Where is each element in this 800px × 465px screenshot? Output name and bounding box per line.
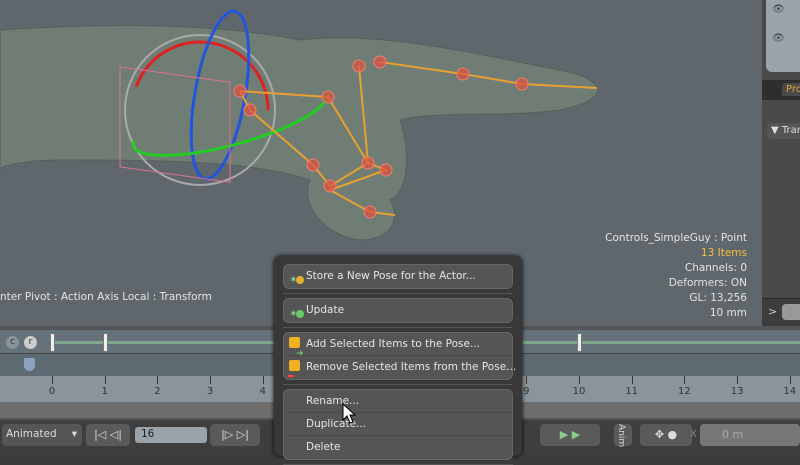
eye-icon[interactable]: 👁 [772,4,785,15]
actor-update-icon: ✶ [289,303,304,320]
actor-add-icon: ✶ [289,269,304,286]
shield-icon [24,358,35,371]
menu-item-duplicate[interactable]: Duplicate... [284,413,512,436]
command-line: > [762,298,800,326]
ruler-label: 4 [259,386,266,397]
keyframe-marker[interactable] [50,333,55,352]
add-items-icon: ➜ [289,337,304,359]
prev-key-buttons[interactable]: |◁ ◁| [86,424,130,446]
ruler-label: 11 [625,386,639,397]
menu-item-label: Store a New Pose for the Actor... [306,270,476,282]
info-gl: GL: 13,256 [689,292,747,304]
keyframe-marker[interactable] [577,333,582,352]
ruler-tick [210,376,212,384]
transform-section-label: Tran [781,125,800,136]
actor-context-menu: ✶ Store a New Pose for the Actor... ✶ Updat… [274,256,522,465]
status-text: nter Pivot : Action Axis Local : Transfo… [0,291,212,303]
transform-tools[interactable]: ✥ ● [640,424,692,446]
tab-properties[interactable]: Pro [782,83,800,96]
menu-item-label: Add Selected Items to the Pose... [306,338,481,350]
ruler-label: 3 [206,386,214,397]
mouse-cursor-icon [342,403,356,424]
next-key-buttons[interactable]: |▷ ▷| [210,424,260,446]
ruler-label: 13 [730,386,744,397]
ruler-tick [579,376,580,384]
record-buttons[interactable]: ▶ ▶ [540,424,600,446]
menu-item-label: Remove Selected Items from the Pose... [306,361,517,373]
ruler-tick [789,376,791,384]
keyframe-marker[interactable] [102,333,108,352]
menu-item-label: Duplicate... [306,418,367,430]
info-items-count: 13 Items [700,247,747,259]
menu-item-delete[interactable]: Delete [284,436,512,459]
x-value: 0 m [722,428,744,441]
remove-items-icon: ⬅ [287,360,303,382]
menu-item-label: Delete [306,441,341,453]
chevron-down-icon: ▾ [71,428,77,440]
info-deformers: Deformers: ON [668,277,747,289]
ruler-tick [52,376,53,384]
menu-item-remove-selected-items-from-the-pose[interactable]: ⬅ Remove Selected Items from the Pose... [284,356,516,382]
menu-group: ➜ Add Selected Items to the Pose... ⬅ Remov… [283,332,516,385]
ruler-label: 1 [101,386,108,397]
ruler-tick [684,376,686,384]
ruler-label: 14 [783,386,797,397]
menu-item-rename[interactable]: Rename... [284,390,512,413]
ruler-tick [262,376,264,384]
info-item: Controls_SimpleGuy : Point [605,232,747,244]
transform-section[interactable]: ▼ Tran [767,123,800,139]
ruler-tick [737,376,739,384]
command-input[interactable] [782,304,800,320]
info-channels: Channels: 0 [684,262,747,274]
info-unit: 10 mm [709,307,747,319]
ruler-label: 10 [572,386,586,397]
menu-item-label: Update [306,304,345,316]
x-label: X [690,429,697,440]
ruler-label: 2 [154,386,161,397]
menu-group: ✶ Store a New Pose for the Actor... [283,264,513,294]
menu-item-store-a-new-pose-for-the-actor[interactable]: ✶ Store a New Pose for the Actor... [284,265,512,288]
item-list[interactable]: 👁 👁 [766,0,800,72]
menu-group: ✶ Update [283,298,513,328]
ruler-label: 0 [48,386,56,397]
eye-icon[interactable]: 👁 [772,33,785,44]
x-position-input[interactable]: 0 m [700,424,800,446]
ruler-label: 12 [678,386,691,397]
mode-value: Animated [6,428,57,440]
command-prompt: > [768,305,778,318]
ruler-tick [631,376,633,384]
c-button[interactable]: c [6,336,19,349]
info-overlay: Controls_SimpleGuy : Point 13 Items Chan… [605,231,747,321]
right-panel: 👁 👁 Pro ▼ Tran > [762,0,800,326]
menu-group: Rename... Duplicate... Delete [283,389,513,465]
r-button[interactable]: r [24,336,37,349]
ruler-tick [157,376,159,384]
menu-item-update[interactable]: ✶ Update [284,299,512,322]
frame-input[interactable]: 16 [135,427,207,443]
menu-item-add-selected-items-to-the-pose[interactable]: ➜ Add Selected Items to the Pose... [284,333,512,359]
ruler-tick [526,376,528,384]
ruler-tick [104,376,106,384]
properties-tab-bar: Pro [762,80,800,100]
ruler-label: 9 [523,386,530,397]
anim-tab[interactable]: Anim [614,424,632,447]
mode-select[interactable]: Animated ▾ [2,424,82,446]
